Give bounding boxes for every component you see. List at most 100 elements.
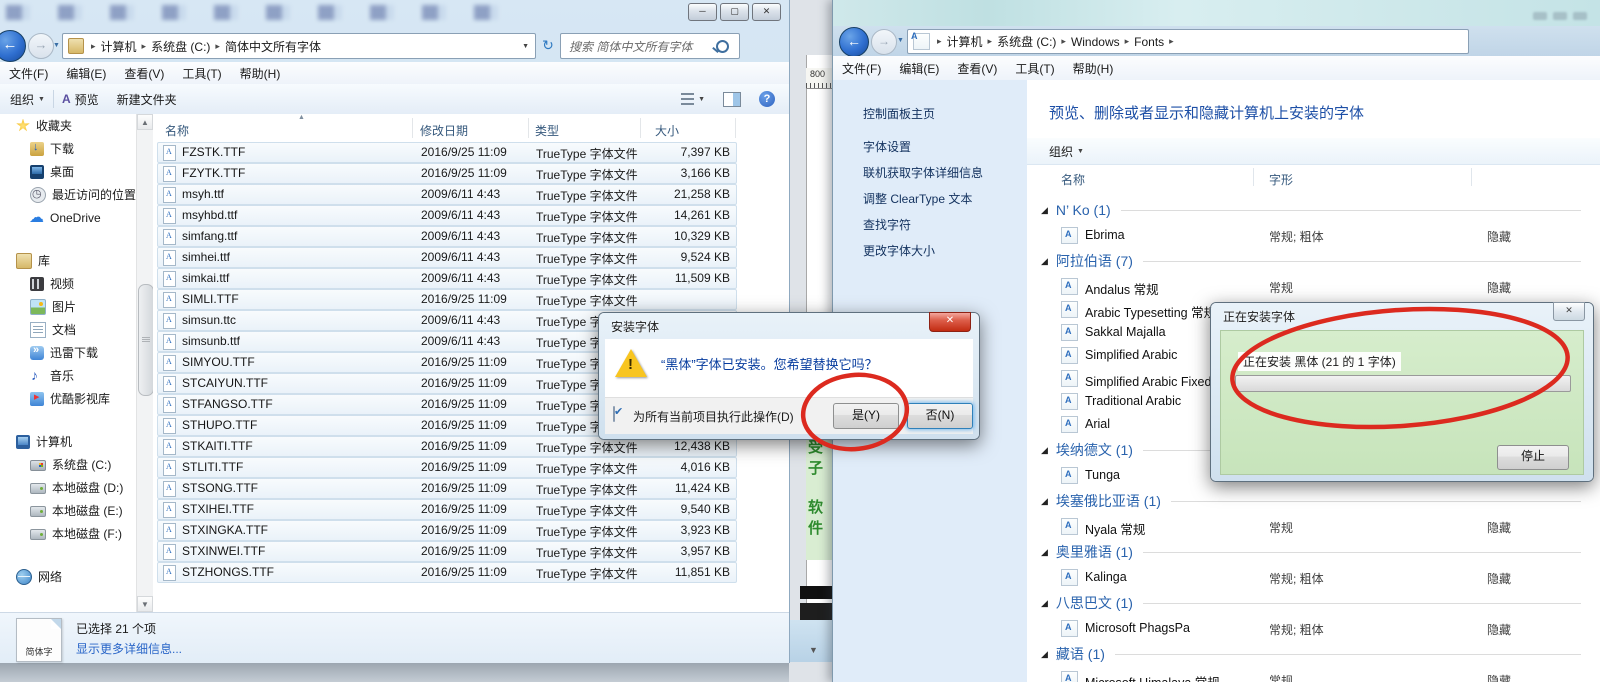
preview-button[interactable]: 预览: [75, 91, 99, 108]
sidebar-item[interactable]: 图片: [0, 295, 136, 318]
sidebar-item[interactable]: OneDrive: [0, 206, 136, 229]
collapse-triangle-icon[interactable]: ◢: [1041, 598, 1048, 609]
menu-item[interactable]: 查看(V): [948, 60, 1006, 77]
yes-button[interactable]: 是(Y): [833, 403, 899, 429]
search-box[interactable]: 搜索 简体中文所有字体: [560, 33, 740, 59]
sidebar-item[interactable]: 网络: [0, 565, 136, 588]
table-row[interactable]: simfang.ttf2009/6/11 4:43TrueType 字体文件10…: [157, 226, 737, 247]
sidebar-item[interactable]: 视频: [0, 272, 136, 295]
minimize-button[interactable]: ─: [688, 3, 717, 21]
scroll-up-icon[interactable]: ▲: [137, 114, 153, 130]
sidebar-item[interactable]: 下载: [0, 137, 136, 160]
new-folder-button[interactable]: 新建文件夹: [117, 91, 177, 108]
collapse-triangle-icon[interactable]: ◢: [1041, 496, 1048, 507]
breadcrumb-item[interactable]: Fonts: [1134, 35, 1164, 49]
search-icon[interactable]: [716, 40, 729, 53]
font-row[interactable]: Microsoft PhagsPa常规; 粗体隐藏: [1027, 617, 1600, 640]
sidebar-item[interactable]: 库: [0, 249, 136, 272]
font-row[interactable]: Andalus 常规常规隐藏: [1027, 275, 1600, 298]
address-dropdown-icon[interactable]: ▼: [522, 43, 529, 50]
maximize-button[interactable]: ▢: [720, 3, 749, 21]
table-row[interactable]: STXINWEI.TTF2016/9/25 11:09TrueType 字体文件…: [157, 541, 737, 562]
sidebar-scrollbar[interactable]: ▲ ▼: [136, 114, 154, 612]
breadcrumb-item[interactable]: 系统盘 (C:): [151, 38, 210, 55]
control-panel-home-link[interactable]: 控制面板主页: [863, 105, 935, 122]
sidebar-item[interactable]: 系统盘 (C:): [0, 453, 136, 476]
column-header-type[interactable]: 类型: [535, 122, 559, 139]
table-row[interactable]: STLITI.TTF2016/9/25 11:09TrueType 字体文件4,…: [157, 457, 737, 478]
font-group-header[interactable]: ◢N’ Ko (1): [1027, 196, 1600, 224]
task-link[interactable]: 调整 ClearType 文本: [863, 190, 972, 207]
task-link[interactable]: 查找字符: [863, 216, 911, 233]
back-button[interactable]: ←: [839, 27, 869, 57]
column-header-size[interactable]: 大小: [655, 122, 679, 139]
close-button[interactable]: ✕: [752, 3, 781, 21]
sidebar-item[interactable]: 本地磁盘 (F:): [0, 522, 136, 545]
header-separator[interactable]: [1471, 168, 1472, 186]
breadcrumb-item[interactable]: 计算机: [101, 38, 137, 55]
collapse-triangle-icon[interactable]: ◢: [1041, 547, 1048, 558]
organize-button[interactable]: 组织: [10, 91, 34, 108]
sidebar-item[interactable]: 优酷影视库: [0, 387, 136, 410]
back-button[interactable]: ←: [0, 30, 26, 62]
breadcrumb[interactable]: ▸计算机▸系统盘 (C:)▸Windows▸Fonts▸: [932, 33, 1179, 50]
menu-item[interactable]: 工具(T): [173, 65, 230, 82]
sidebar-item[interactable]: 收藏夹: [0, 114, 136, 137]
header-separator[interactable]: [640, 118, 641, 138]
refresh-icon[interactable]: ↻: [538, 35, 558, 55]
menu-item[interactable]: 文件(F): [0, 65, 57, 82]
menu-item[interactable]: 查看(V): [115, 65, 173, 82]
sidebar-item[interactable]: 最近访问的位置: [0, 183, 136, 206]
table-row[interactable]: STXIHEI.TTF2016/9/25 11:09TrueType 字体文件9…: [157, 499, 737, 520]
table-row[interactable]: STXINGKA.TTF2016/9/25 11:09TrueType 字体文件…: [157, 520, 737, 541]
font-group-header[interactable]: ◢阿拉伯语 (7): [1027, 247, 1600, 275]
views-dropdown-icon[interactable]: ▼: [698, 96, 705, 103]
task-link[interactable]: 字体设置: [863, 138, 911, 155]
sidebar-item[interactable]: 本地磁盘 (D:): [0, 476, 136, 499]
header-separator[interactable]: [528, 118, 529, 138]
header-separator[interactable]: [412, 118, 413, 138]
show-more-details-link[interactable]: 显示更多详细信息...: [76, 640, 182, 657]
forward-button[interactable]: →: [28, 33, 54, 59]
views-icon[interactable]: [681, 93, 694, 105]
search-input[interactable]: 搜索 简体中文所有字体: [569, 38, 716, 55]
sidebar-item[interactable]: 音乐: [0, 364, 136, 387]
font-row[interactable]: Nyala 常规常规隐藏: [1027, 515, 1600, 538]
menu-item[interactable]: 帮助(H): [1064, 60, 1123, 77]
scroll-down-icon[interactable]: ▼: [137, 596, 153, 612]
scrollbar-thumb[interactable]: [138, 284, 154, 396]
column-header-name[interactable]: 名称: [165, 122, 189, 139]
font-row[interactable]: Microsoft Himalaya 常规常规隐藏: [1027, 668, 1600, 682]
no-button[interactable]: 否(N): [907, 403, 973, 429]
task-link[interactable]: 联机获取字体详细信息: [863, 164, 983, 181]
table-row[interactable]: simkai.ttf2009/6/11 4:43TrueType 字体文件11,…: [157, 268, 737, 289]
sidebar-item[interactable]: 文档: [0, 318, 136, 341]
collapse-triangle-icon[interactable]: ◢: [1041, 649, 1048, 660]
breadcrumb-item[interactable]: 系统盘 (C:): [997, 33, 1056, 50]
sidebar-item[interactable]: 桌面: [0, 160, 136, 183]
menu-item[interactable]: 文件(F): [833, 60, 890, 77]
column-header-date[interactable]: 修改日期: [420, 122, 468, 139]
forward-button[interactable]: →: [871, 29, 897, 55]
nav-history-dropdown-icon[interactable]: ▼: [53, 42, 60, 49]
breadcrumb-item[interactable]: Windows: [1071, 35, 1120, 49]
font-group-header[interactable]: ◢八思巴文 (1): [1027, 589, 1600, 617]
breadcrumb[interactable]: ▸计算机▸系统盘 (C:)▸简体中文所有字体: [86, 38, 321, 55]
collapse-triangle-icon[interactable]: ◢: [1041, 205, 1048, 216]
font-group-header[interactable]: ◢埃塞俄比亚语 (1): [1027, 487, 1600, 515]
header-separator[interactable]: [735, 118, 736, 138]
collapse-triangle-icon[interactable]: ◢: [1041, 445, 1048, 456]
breadcrumb-item[interactable]: 计算机: [947, 33, 983, 50]
organize-button[interactable]: 组织: [1049, 143, 1073, 160]
sidebar-item[interactable]: 计算机: [0, 430, 136, 453]
breadcrumb-item[interactable]: 简体中文所有字体: [225, 38, 321, 55]
stop-button[interactable]: 停止: [1497, 445, 1569, 470]
help-icon[interactable]: ?: [759, 91, 775, 107]
table-row[interactable]: STSONG.TTF2016/9/25 11:09TrueType 字体文件11…: [157, 478, 737, 499]
table-row[interactable]: SIMLI.TTF2016/9/25 11:09TrueType 字体文件: [157, 289, 737, 310]
font-group-header[interactable]: ◢藏语 (1): [1027, 640, 1600, 668]
table-row[interactable]: msyhbd.ttf2009/6/11 4:43TrueType 字体文件14,…: [157, 205, 737, 226]
column-header-name[interactable]: 名称: [1061, 171, 1085, 188]
column-header-styles[interactable]: 字形: [1269, 171, 1293, 188]
nav-history-dropdown-icon[interactable]: ▼: [897, 37, 904, 44]
